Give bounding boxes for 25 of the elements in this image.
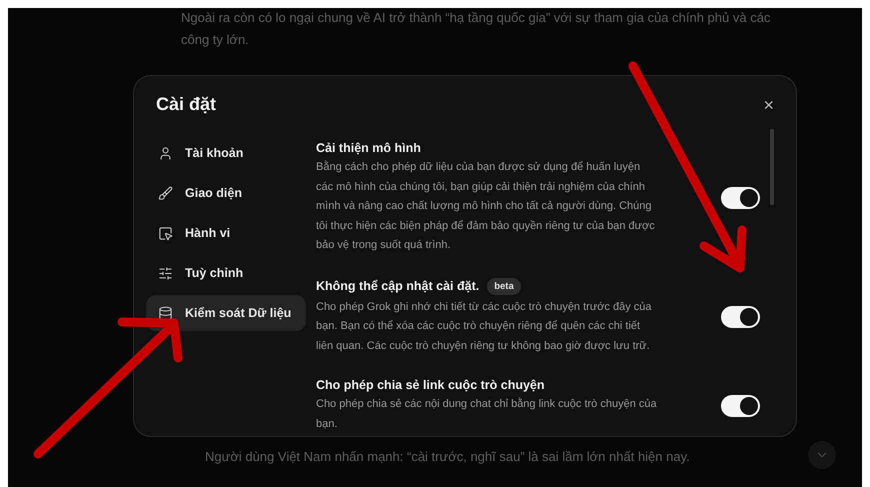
sidebar-item[interactable]: Tuỳ chỉnh	[146, 255, 306, 291]
scrollbar[interactable]	[770, 129, 774, 205]
pointer-icon	[158, 226, 173, 240]
sidebar-item[interactable]: Kiểm soát Dữ liệu	[146, 295, 306, 331]
sidebar-item[interactable]: Tài khoản	[146, 135, 306, 171]
setting-title: Cho phép chia sẻ link cuộc trò chuyện	[316, 378, 545, 392]
chat-paragraph: Ngoài ra còn có lo ngại chung về AI trở thành “hạ tầng quốc gia” với sự tham gia của chính phủ và các công ty lớn.	[181, 9, 772, 49]
setting-title: Không thể cập nhật cài đặt.	[316, 279, 480, 293]
close-button[interactable]: ×	[761, 96, 776, 114]
sidebar-item[interactable]: Hành vi	[146, 215, 306, 251]
beta-badge: beta	[487, 278, 521, 294]
user-icon	[158, 146, 173, 160]
sidebar-item[interactable]: Giao diện	[146, 175, 306, 211]
dialog-title: Cài đặt	[156, 94, 216, 115]
sliders-icon	[158, 266, 173, 280]
setting-description: Bằng cách cho phép dữ liệu của bạn được sử dụng để huấn luyện các mô hình của chúng tôi, bạn giúp cải thiện trải nghiệm của chính mình và nâng cao chất lượng mô hình cho tất cả người dùng. Chúng tôi thực hiện các biện pháp để đảm bảo quyền riêng tư của bạn được bảo vệ trong suốt quá trình.	[316, 160, 656, 253]
toggle-switch[interactable]	[721, 187, 760, 210]
setting-description: Cho phép Grok ghi nhớ chi tiết từ các cuộc trò chuyện trước đây của bạn. Bạn có thể xóa các cuộc trò chuyện riêng để quên các chi tiết liên quan. Các cuộc trò chuyện riêng tư không bao giờ được lưu trữ.	[316, 300, 652, 354]
toggle-switch[interactable]	[721, 395, 760, 417]
setting-description: Cho phép chia sẻ các nội dung chat chỉ bằng link cuộc trò chuyện của bạn.	[316, 396, 658, 432]
setting-title: Cải thiện mô hình	[316, 141, 421, 155]
chat-paragraph: Người dùng Việt Nam nhấn mạnh: “cài trước, nghĩ sau” là sai lầm lớn nhất hiện nay.	[205, 448, 691, 466]
toggle-switch[interactable]	[721, 306, 760, 328]
database-icon	[158, 306, 173, 320]
brush-icon	[158, 186, 173, 200]
